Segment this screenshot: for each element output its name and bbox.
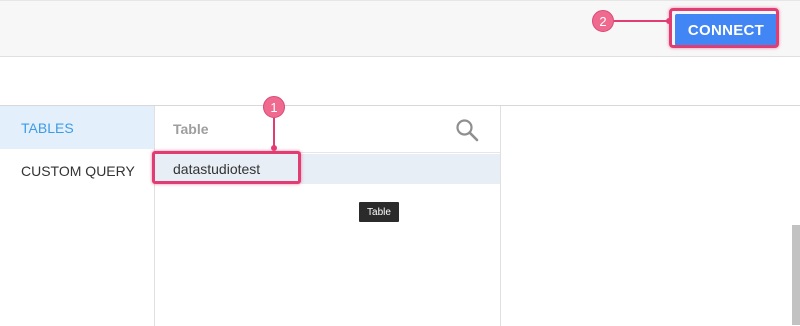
table-search-input[interactable] xyxy=(173,118,433,140)
step-badge-2: 2 xyxy=(592,10,614,32)
step-badge-1: 1 xyxy=(263,96,285,118)
table-list-panel: datastudiotest xyxy=(155,106,501,326)
callout-line-2 xyxy=(614,20,670,22)
highlight-connect-button xyxy=(669,8,779,48)
callout-dot-1 xyxy=(271,145,277,151)
sidebar-item-custom-query[interactable]: CUSTOM QUERY xyxy=(0,149,154,192)
callout-dot-2 xyxy=(666,18,672,24)
sidebar: TABLES CUSTOM QUERY xyxy=(0,106,155,326)
sidebar-item-tables[interactable]: TABLES xyxy=(0,106,154,149)
data-source-panel: TABLES CUSTOM QUERY datastudiotest xyxy=(0,105,800,326)
scrollbar[interactable] xyxy=(792,225,800,325)
table-search-row xyxy=(155,106,500,153)
search-icon[interactable] xyxy=(454,117,480,143)
callout-line-1 xyxy=(273,118,275,148)
tooltip: Table xyxy=(359,202,399,222)
highlight-table-row xyxy=(152,151,301,184)
